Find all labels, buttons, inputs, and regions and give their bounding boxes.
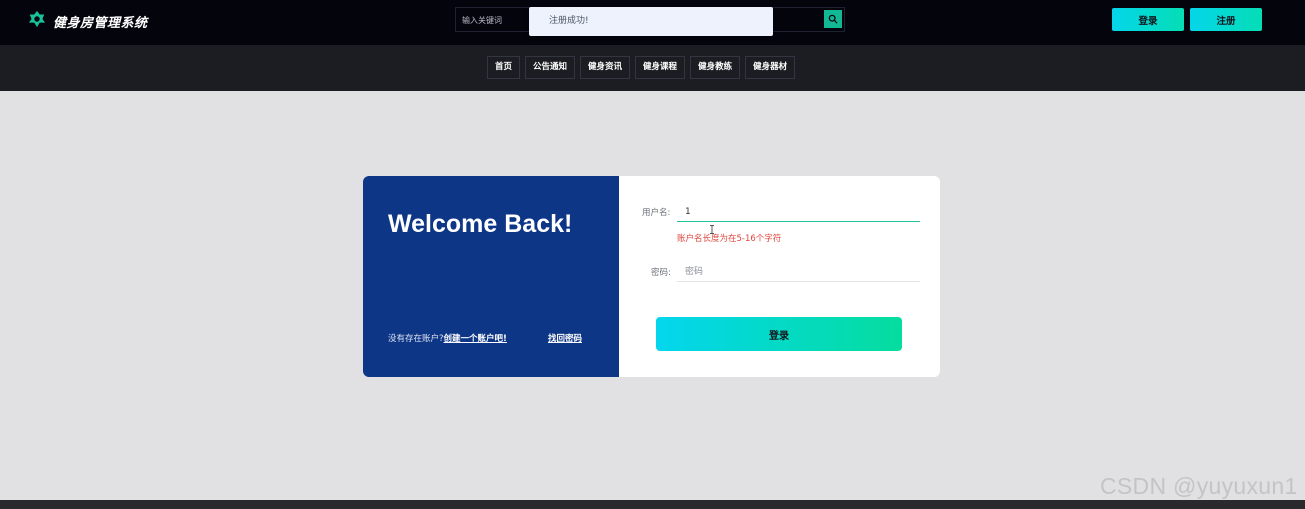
nav-item-fitness-equipment[interactable]: 健身器材 (745, 56, 796, 79)
success-toast: 注册成功! (529, 7, 773, 36)
forgot-password-link[interactable]: 找回密码 (548, 332, 582, 344)
login-form: 用户名: 账户名长度为在5-16个字符 密码: 登录 (619, 176, 940, 377)
site-logo[interactable]: 健身房管理系统 (28, 10, 148, 32)
no-account-prompt: 没有存在账户?创建一个账户吧! (388, 332, 507, 344)
search-button[interactable] (824, 10, 842, 28)
header-login-button[interactable]: 登录 (1112, 8, 1184, 31)
header-register-button[interactable]: 注册 (1190, 8, 1262, 31)
search-icon (828, 12, 838, 27)
username-error-message: 账户名长度为在5-16个字符 (677, 234, 782, 244)
nav-list: 首页 公告通知 健身资讯 健身课程 健身教练 健身器材 (487, 56, 796, 79)
login-card: Welcome Back! 没有存在账户?创建一个账户吧! 找回密码 用户名: … (363, 176, 940, 377)
nav-item-fitness-coaches[interactable]: 健身教练 (690, 56, 741, 79)
nav-item-announcements[interactable]: 公告通知 (525, 56, 576, 79)
nav-item-home[interactable]: 首页 (487, 56, 521, 79)
password-field[interactable] (677, 262, 920, 282)
main-nav: 首页 公告通知 健身资讯 健身课程 健身教练 健身器材 (0, 45, 1305, 91)
no-account-text: 没有存在账户? (388, 334, 444, 344)
site-title: 健身房管理系统 (53, 15, 148, 31)
footer-bar (0, 500, 1305, 509)
username-label: 用户名: (642, 208, 671, 218)
watermark: CSDN @yuyuxun1 (1100, 473, 1298, 499)
welcome-panel: Welcome Back! 没有存在账户?创建一个账户吧! 找回密码 (363, 176, 619, 377)
welcome-heading: Welcome Back! (388, 210, 573, 238)
login-submit-button[interactable]: 登录 (656, 317, 902, 351)
text-cursor-icon (709, 219, 715, 234)
create-account-link[interactable]: 创建一个账户吧! (444, 334, 507, 344)
dumbbell-leaf-icon (28, 10, 46, 32)
nav-item-fitness-news[interactable]: 健身资讯 (580, 56, 631, 79)
password-label: 密码: (651, 268, 671, 278)
top-bar: 健身房管理系统 注册成功! 登录 注册 (0, 0, 1305, 45)
nav-item-fitness-courses[interactable]: 健身课程 (635, 56, 686, 79)
